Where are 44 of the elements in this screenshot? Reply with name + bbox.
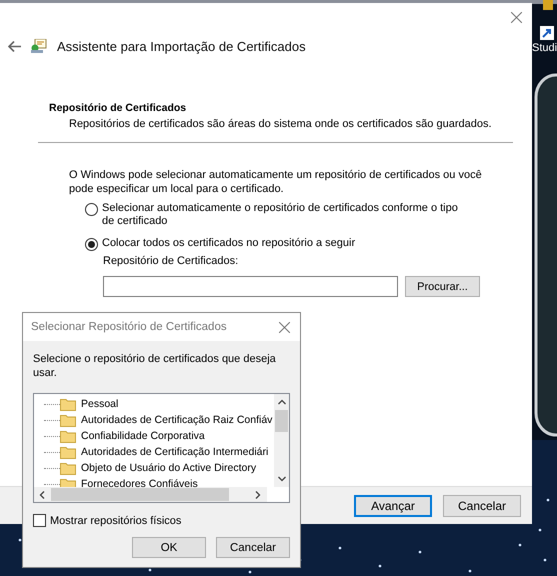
back-arrow-icon[interactable] — [8, 41, 21, 52]
dialog-prompt: Selecione o repositório de certificados que deseja usar. — [33, 352, 277, 380]
checkbox-label[interactable]: Mostrar repositórios físicos — [50, 514, 182, 526]
folder-icon — [60, 398, 76, 410]
dialog-button[interactable]: Cancelar — [216, 537, 290, 558]
section-description: Repositórios de certificados são áreas do sistema onde os certificados são guardados. — [69, 118, 493, 130]
tree-item[interactable]: Fornecedores Confiáveis — [81, 478, 198, 487]
radio-button[interactable] — [85, 203, 98, 216]
dialog-title: Selecionar Repositório de Certificados — [31, 321, 227, 333]
certificate-icon — [30, 39, 47, 54]
dialog-button[interactable]: OK — [132, 537, 206, 558]
horizontal-scrollbar[interactable] — [34, 487, 289, 502]
scroll-right-icon[interactable] — [255, 490, 261, 498]
close-icon[interactable] — [279, 322, 290, 332]
window-title: Assistente para Importação de Certificados — [57, 39, 306, 54]
close-icon[interactable] — [511, 12, 522, 23]
scroll-thumb[interactable] — [51, 488, 229, 501]
scroll-up-icon[interactable] — [278, 399, 286, 405]
folder-icon — [60, 446, 76, 458]
scroll-down-icon[interactable] — [278, 476, 286, 482]
folder-icon — [60, 462, 76, 474]
shortcut-icon[interactable] — [540, 26, 554, 40]
field-label: Repositório de Certificados: — [103, 255, 240, 267]
footer-button[interactable]: Cancelar — [443, 494, 521, 516]
radio-label[interactable]: Colocar todos os certificados no repositório a seguir — [102, 237, 472, 250]
tree-item[interactable]: Pessoal — [81, 398, 118, 410]
radio-button[interactable] — [85, 238, 98, 251]
scroll-left-icon[interactable] — [39, 490, 45, 498]
intro-text: O Windows pode selecionar automaticamente um repositório de certificados ou você pode especificar um local para o certificado. — [69, 168, 483, 196]
tree-item[interactable]: Autoridades de Certificação Raiz Confiáv — [81, 414, 272, 426]
scroll-thumb[interactable] — [275, 410, 288, 432]
folder-icon — [60, 430, 76, 442]
tree-item[interactable]: Autoridades de Certificação Intermediári — [81, 446, 268, 458]
section-title: Repositório de Certificados — [49, 102, 188, 114]
folder-icon — [60, 414, 76, 426]
tree-item[interactable]: Objeto de Usuário do Active Directory — [81, 462, 256, 474]
store-input-field[interactable] — [103, 276, 398, 297]
browse-button[interactable]: Procurar... — [405, 276, 480, 297]
footer-button[interactable]: Avançar — [354, 494, 432, 516]
tree-item[interactable]: Confiabilidade Corporativa — [81, 430, 205, 442]
checkbox[interactable] — [33, 514, 46, 527]
radio-label[interactable]: Selecionar automaticamente o repositório de certificados conforme o tipo de certificado — [102, 202, 472, 228]
vertical-scrollbar[interactable] — [274, 394, 289, 487]
desktop-icon-label[interactable]: Studi — [532, 42, 557, 54]
